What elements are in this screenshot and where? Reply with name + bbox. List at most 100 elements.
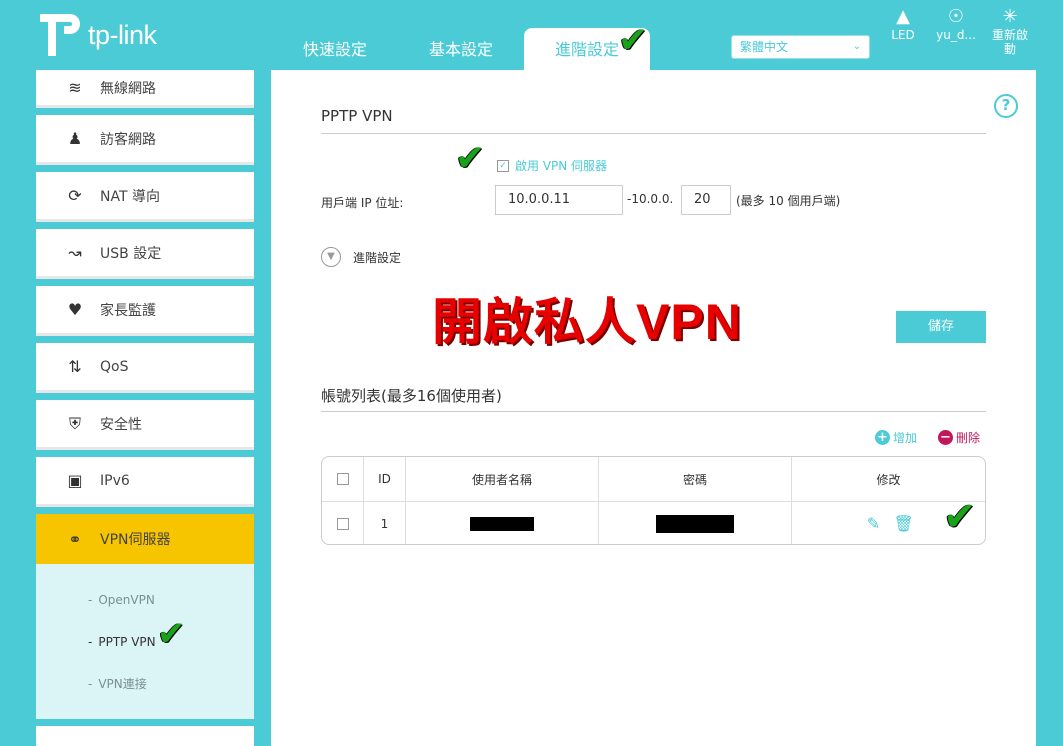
reboot-label: 重新啟動 — [992, 28, 1029, 56]
row-select-cell — [322, 502, 364, 544]
submenu-item-pptp-vpn[interactable]: - PPTP VPN — [36, 630, 254, 672]
chevron-down-icon: ⌄ — [852, 41, 861, 52]
bulb-icon: ▲ — [896, 6, 910, 27]
checkmark-annotation: ✔ — [157, 614, 186, 654]
delete-label: 刪除 — [956, 431, 981, 445]
submenu-item-openvpn[interactable]: - OpenVPN — [36, 588, 254, 630]
ip-range-separator: -10.0.0. — [627, 192, 674, 206]
table-row: 1 ✎ 🗑 — [322, 501, 985, 544]
accounts-table: ID 使用者名稱 密碼 修改 1 ✎ 🗑 — [321, 456, 986, 545]
advanced-label: 進階設定 — [353, 250, 402, 265]
divider — [321, 411, 986, 412]
shield-icon: ⛨ — [68, 413, 81, 433]
sidebar-item-nat[interactable]: ⟳ NAT 導向 — [36, 172, 254, 222]
trash-icon[interactable]: 🗑 — [894, 514, 914, 533]
sidebar-item-label: 無線網路 — [100, 80, 156, 97]
section-title: PPTP VPN — [321, 107, 393, 125]
sidebar-item-ipv6[interactable]: ▣ IPv6 — [36, 457, 254, 507]
main-nav-tabs: 快速設定 基本設定 進階設定 — [272, 28, 651, 70]
divider — [321, 133, 986, 134]
sidebar-item-label: 訪客網路 — [100, 131, 156, 148]
sidebar-item-label: QoS — [100, 358, 129, 375]
help-icon[interactable]: ? — [994, 94, 1018, 118]
sidebar-item-label: VPN伺服器 — [100, 532, 171, 548]
select-all-cell — [322, 457, 364, 501]
enable-vpn-label: 啟用 VPN 伺服器 — [515, 159, 608, 173]
sidebar-item-label: IPv6 — [100, 472, 130, 489]
usb-icon: ↝ — [68, 243, 82, 262]
wireless-icon: ≋ — [68, 78, 82, 97]
logo-text: tp-link — [88, 19, 157, 50]
annotation-banner: 開啟私人VPN — [432, 294, 742, 350]
tp-link-logo: tp-link — [36, 12, 157, 58]
sidebar-item-vpn-server[interactable]: ⚭ VPN伺服器 — [36, 514, 254, 564]
sidebar-item-wireless[interactable]: ≋ 無線網路 — [36, 70, 254, 108]
add-label: 增加 — [893, 431, 918, 445]
sidebar-item-security[interactable]: ⛨ 安全性 — [36, 400, 254, 450]
accounts-title: 帳號列表(最多16個使用者) — [321, 387, 502, 405]
sidebar-item-parental[interactable]: ♥ 家長監護 — [36, 286, 254, 336]
language-select[interactable]: 繁體中文 ⌄ — [731, 35, 870, 59]
save-button[interactable]: 儲存 — [896, 311, 986, 343]
row-checkbox[interactable] — [336, 517, 349, 530]
column-header-password: 密碼 — [599, 457, 792, 501]
vpn-submenu: - OpenVPN - PPTP VPN - VPN連接 — [36, 564, 254, 719]
table-header-row: ID 使用者名稱 密碼 修改 — [322, 457, 985, 501]
chevron-down-icon: ▼ — [321, 247, 341, 267]
main-panel: ? PPTP VPN ✓ 啟用 VPN 伺服器 ✔ 用戶端 IP 位址: 10.… — [271, 70, 1036, 746]
sidebar-item-label: 安全性 — [100, 416, 142, 433]
checkmark-annotation: ✔ — [618, 20, 649, 61]
sidebar: ≋ 無線網路 ♟ 訪客網路 ⟳ NAT 導向 ↝ USB 設定 ♥ 家長監護 ⇅… — [36, 70, 254, 746]
reboot-icon: ✳ — [1002, 6, 1018, 27]
submenu-label: VPN連接 — [98, 677, 147, 691]
ipv6-icon: ▣ — [67, 471, 83, 490]
ip-end-input[interactable]: 20 — [681, 185, 731, 215]
user-label: yu_d... — [936, 28, 976, 42]
enable-vpn-row: ✓ 啟用 VPN 伺服器 — [497, 157, 607, 174]
delete-button[interactable]: − 刪除 — [938, 429, 980, 446]
sidebar-item-qos[interactable]: ⇅ QoS — [36, 343, 254, 393]
submenu-label: OpenVPN — [98, 593, 155, 607]
redacted-username — [470, 516, 534, 531]
redacted-password — [656, 514, 734, 533]
ip-start-input[interactable]: 10.0.0.11 — [495, 185, 623, 215]
sidebar-item-label: USB 設定 — [100, 245, 162, 262]
sidebar-item-next[interactable] — [36, 726, 254, 746]
username-cell — [406, 502, 599, 544]
reboot-button[interactable]: ✳ 重新啟動 — [984, 6, 1036, 56]
parental-icon: ♥ — [67, 300, 83, 319]
language-selected: 繁體中文 — [740, 40, 789, 54]
add-button[interactable]: + 增加 — [875, 429, 917, 446]
sidebar-item-label: NAT 導向 — [100, 188, 160, 205]
column-header-id: ID — [364, 457, 406, 501]
enable-vpn-checkbox[interactable]: ✓ — [497, 159, 509, 172]
sidebar-item-label: 家長監護 — [100, 302, 156, 319]
select-all-checkbox[interactable] — [336, 473, 349, 485]
user-icon: ☉ — [947, 6, 965, 27]
led-button[interactable]: ▲ LED — [877, 6, 929, 42]
sidebar-item-guest[interactable]: ♟ 訪客網路 — [36, 115, 254, 165]
tab-quick-setup[interactable]: 快速設定 — [272, 28, 398, 70]
submenu-item-vpn-connection[interactable]: - VPN連接 — [36, 672, 254, 714]
ip-limit-note: (最多 10 個用戶端) — [736, 194, 841, 208]
edit-icon[interactable]: ✎ — [864, 514, 884, 533]
nat-icon: ⟳ — [68, 186, 82, 205]
checkmark-annotation: ✔ — [455, 138, 486, 179]
client-ip-label: 用戶端 IP 位址: — [321, 196, 404, 210]
advanced-toggle[interactable]: ▼ 進階設定 — [321, 247, 401, 267]
row-id: 1 — [364, 502, 406, 544]
minus-icon: − — [938, 430, 953, 445]
submenu-label: PPTP VPN — [98, 635, 156, 649]
guest-icon: ♟ — [67, 129, 83, 148]
led-label: LED — [891, 28, 915, 42]
plus-icon: + — [875, 430, 890, 445]
user-button[interactable]: ☉ yu_d... — [930, 6, 982, 42]
password-cell — [599, 502, 792, 544]
tp-link-logo-icon — [40, 14, 80, 56]
tab-basic[interactable]: 基本設定 — [398, 28, 524, 70]
sidebar-item-usb[interactable]: ↝ USB 設定 — [36, 229, 254, 279]
column-header-username: 使用者名稱 — [406, 457, 599, 501]
checkmark-annotation: ✔ — [943, 494, 977, 540]
link-icon: ⚭ — [68, 529, 82, 549]
qos-icon: ⇅ — [68, 357, 82, 376]
